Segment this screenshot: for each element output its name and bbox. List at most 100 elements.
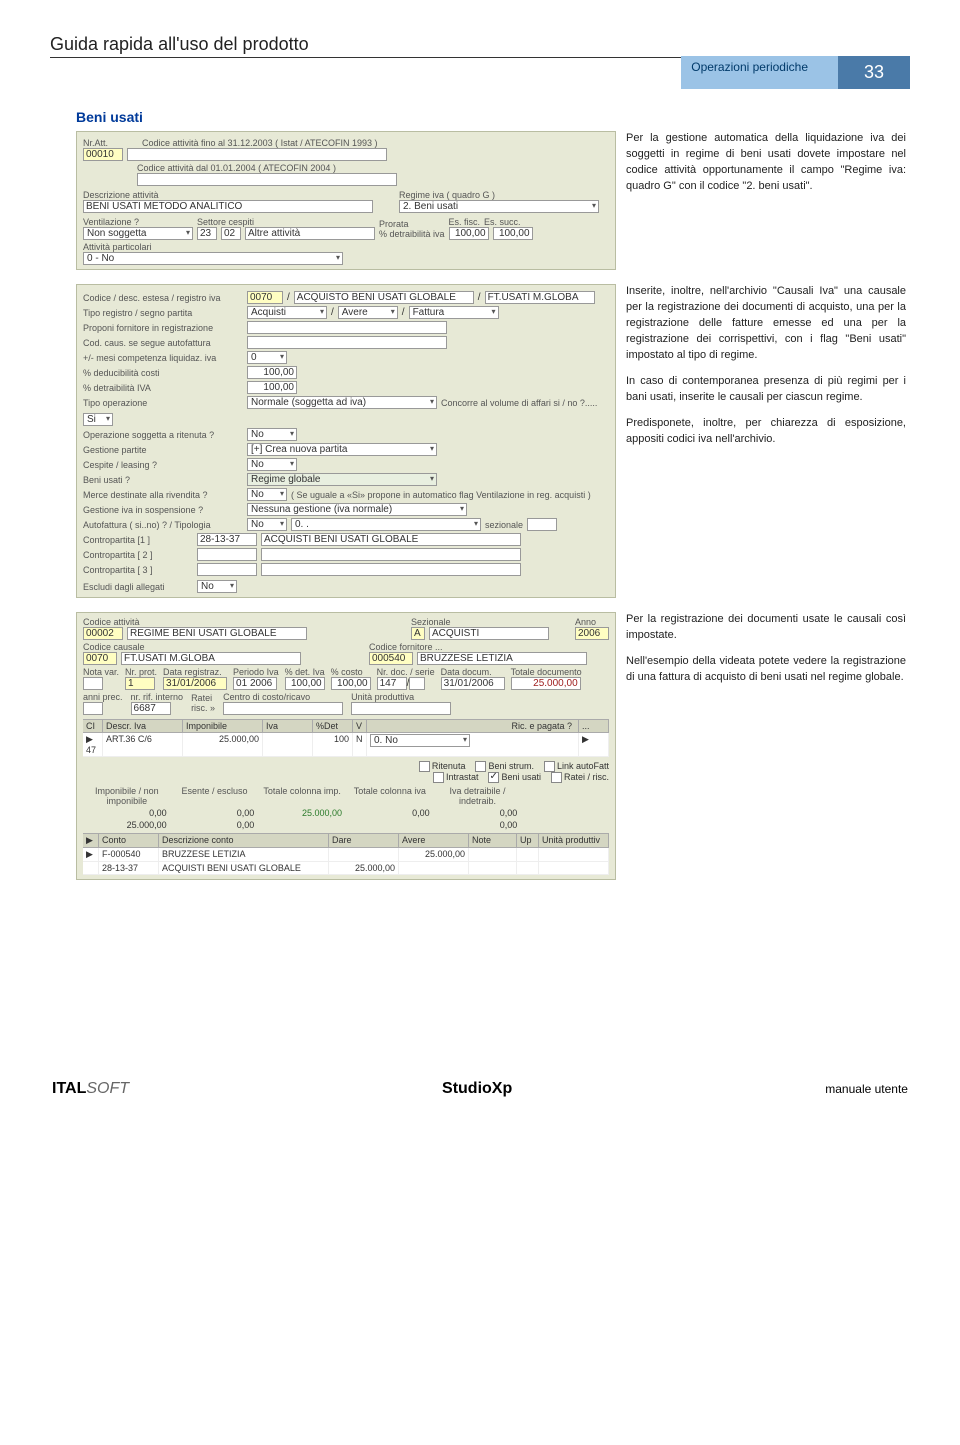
cr1-desc: BRUZZESE LETIZIA [159,848,329,861]
conti-row-1[interactable]: ▶ F-000540 BRUZZESE LETIZIA 25.000,00 [83,848,609,862]
beniusati-select[interactable]: Regime globale [247,473,437,486]
reg-sez-desc[interactable]: ACQUISTI [429,627,549,640]
periodo-value[interactable]: 01 2006 [233,677,277,690]
causale-desc[interactable]: ACQUISTO BENI USATI GLOBALE [294,291,474,304]
descr-label: Descrizione attività [83,190,395,200]
contro1-desc[interactable]: ACQUISTI BENI USATI GLOBALE [261,533,521,546]
regime-select[interactable]: 2. Beni usati [399,200,599,213]
reg-caus-code[interactable]: 0070 [83,652,117,665]
centro-value[interactable] [223,702,343,715]
tiporeg-select[interactable]: Acquisti [247,306,327,319]
chk-linkauto[interactable] [544,761,555,772]
merce-select[interactable]: No [247,488,287,501]
cr2-avere [399,862,469,874]
detr-label: % detraibilità iva [379,229,445,239]
brand-italic: SOFT [86,1080,129,1097]
cod-att-lbl: Codice attività [83,617,407,627]
settore-code[interactable]: 23 [197,227,217,240]
riten-select[interactable]: No [247,428,297,441]
tot-r1c1: 0,00 [83,807,171,819]
sosp-select[interactable]: Nessuna gestione (iva normale) [247,503,467,516]
mesi-select[interactable]: 0 [247,351,287,364]
reg-forn-code[interactable]: 000540 [369,652,413,665]
settore-sub[interactable]: 02 [221,227,241,240]
settore-desc[interactable]: Altre attività [245,227,375,240]
esfisc-label: Es. fisc. [449,217,481,227]
cr1-avere: 25.000,00 [399,848,469,861]
contro3-desc[interactable] [261,563,521,576]
anni-lbl: anni prec. [83,692,123,702]
chk-ritenuta[interactable] [419,761,430,772]
proponi-value[interactable] [247,321,447,334]
detr-v1[interactable]: 100,00 [449,227,489,240]
concorre-select[interactable]: Si [83,413,113,426]
gest-part-select[interactable]: [+] Crea nuova partita [247,443,437,456]
vent-select[interactable]: Non soggetta [83,227,193,240]
nrrif-value[interactable]: 6687 [131,702,171,715]
tot-r1c4: 0,00 [346,807,434,819]
reg-forn-desc[interactable]: BRUZZESE LETIZIA [417,652,587,665]
row-descr: ART.36 C/6 [103,733,183,756]
cod-forn-lbl: Codice fornitore ... [369,642,609,652]
causale-reg[interactable]: FT.USATI M.GLOBA [485,291,595,304]
contro2-desc[interactable] [261,548,521,561]
unita-value[interactable] [351,702,451,715]
conti-row-2[interactable]: 28-13-37 ACQUISTI BENI USATI GLOBALE 25.… [83,862,609,875]
contro1-code[interactable]: 28-13-37 [197,533,257,546]
descr-value[interactable]: BENI USATI METODO ANALITICO [83,200,373,213]
reg-caus-desc[interactable]: FT.USATI M.GLOBA [121,652,301,665]
ric-select[interactable]: 0. No [370,734,470,747]
causale-code[interactable]: 0070 [247,291,283,304]
escludi-select[interactable]: No [197,580,237,593]
cod-att-2004-value[interactable] [137,173,397,186]
cod-caus-sf-label: Cod. caus. se segue autofattura [83,338,243,348]
reg-sez-code[interactable]: A [411,627,425,640]
reg-codatt-desc[interactable]: REGIME BENI USATI GLOBALE [127,627,307,640]
reg-anno-value[interactable]: 2006 [575,627,609,640]
attpart-select[interactable]: 0 - No [83,252,343,265]
contro3-code[interactable] [197,563,257,576]
cr2-desc: ACQUISTI BENI USATI GLOBALE [159,862,329,874]
iva-table-row[interactable]: ▶ 47 ART.36 C/6 25.000,00 100 N 0. No ▶ [83,733,609,757]
partita-select[interactable]: Fattura [409,306,499,319]
cod-caus-lbl: Codice causale [83,642,365,652]
side-text-3-p2: Nell'esempio della videata potete vedere… [626,654,906,686]
pdetiva-value[interactable]: 100,00 [285,677,325,690]
datareg-value[interactable]: 31/01/2006 [163,677,227,690]
deduc-value[interactable]: 100,00 [247,366,297,379]
reg-codatt-code[interactable]: 00002 [83,627,123,640]
cod-att-1993-value[interactable] [127,148,387,161]
detiva-value[interactable]: 100,00 [247,381,297,394]
cod-caus-sf-value[interactable] [247,336,447,349]
anni-value[interactable] [83,702,103,715]
row-imp: 25.000,00 [183,733,263,756]
deduc-label: % deducibilità costi [83,368,243,378]
datadoc-value[interactable]: 31/01/2006 [441,677,505,690]
nrdoc-value[interactable]: 147 [377,677,407,690]
pcosto-value[interactable]: 100,00 [331,677,371,690]
doc-title: Guida rapida all'uso del prodotto [50,34,910,55]
contro2-code[interactable] [197,548,257,561]
cespite-select[interactable]: No [247,458,297,471]
autofatt-select[interactable]: No [247,518,287,531]
detr-v2[interactable]: 100,00 [493,227,533,240]
autofatt-tip-select[interactable]: 0. . [291,518,481,531]
chk-beniusati[interactable] [488,772,499,783]
nrprot-value[interactable]: 1 [125,677,155,690]
segno-select[interactable]: Avere [338,306,398,319]
chk-ratei[interactable] [551,772,562,783]
risc-lbl[interactable]: risc. » [191,703,215,713]
chk-intrastat[interactable] [433,772,444,783]
escludi-label: Escludi dagli allegati [83,582,193,592]
serie-value[interactable] [409,677,425,690]
side-text-2-p1: Inserite, inoltre, nell'archivio "Causal… [626,284,906,364]
totdoc-value[interactable]: 25.000,00 [511,677,581,690]
chk-benistrum[interactable] [475,761,486,772]
nota-value[interactable] [83,677,103,690]
nr-att-value[interactable]: 00010 [83,148,123,161]
row-cl: 47 [86,745,96,755]
sezionale-value[interactable] [527,518,557,531]
reg-anno-lbl: Anno [575,617,609,627]
tipo-op-select[interactable]: Normale (soggetta ad iva) [247,396,437,409]
periodo-lbl: Periodo Iva [233,667,279,677]
